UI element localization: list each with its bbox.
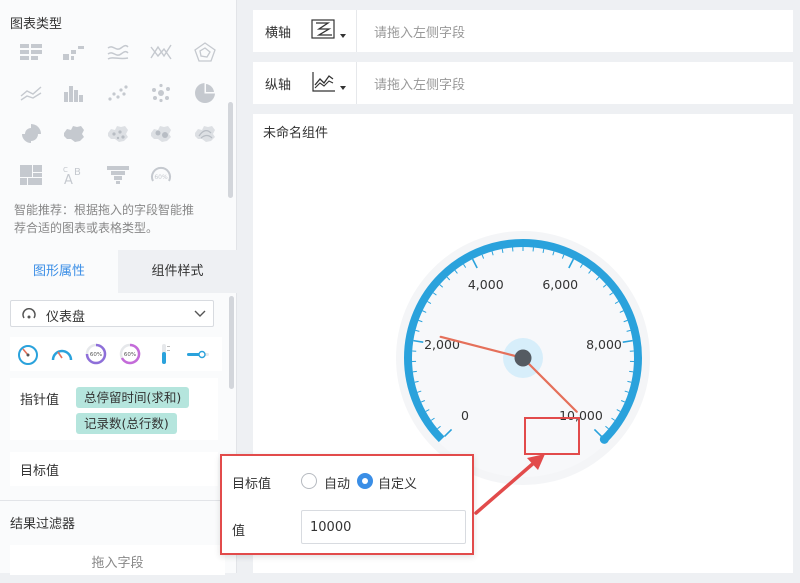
radio-custom-label[interactable]: 自定义 <box>378 473 417 492</box>
gauge-target-marker <box>600 435 609 444</box>
gauge-hub <box>515 350 532 367</box>
popup-value-label: 值 <box>232 520 245 539</box>
gauge-tick-label: 0 <box>461 408 469 423</box>
gauge-tick-label: 4,000 <box>468 277 504 292</box>
radio-auto[interactable] <box>301 473 317 489</box>
gauge-tick-label: 10,000 <box>559 408 603 423</box>
gauge-tick-label: 8,000 <box>586 337 622 352</box>
gauge-tick <box>629 371 633 372</box>
gauge-tick-label: 6,000 <box>542 277 578 292</box>
gauge-tick <box>413 371 417 372</box>
target-value-popup: 目标值 自动 自定义 值 <box>220 454 474 555</box>
target-value-input[interactable] <box>301 510 466 544</box>
popup-target-label: 目标值 <box>232 473 271 492</box>
radio-custom[interactable] <box>357 473 373 489</box>
radio-auto-label[interactable]: 自动 <box>324 473 350 492</box>
